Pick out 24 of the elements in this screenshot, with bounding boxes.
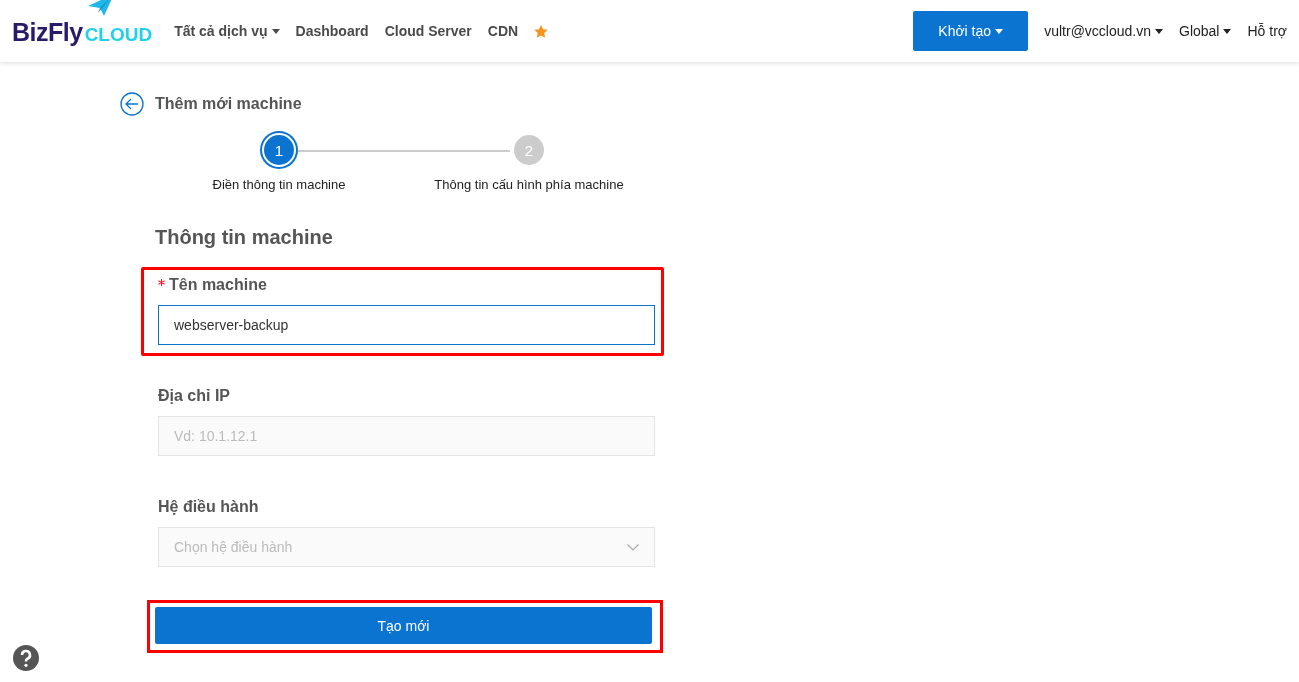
- page-title: Thêm mới machine: [155, 95, 302, 113]
- create-button[interactable]: Khởi tạo: [913, 11, 1029, 51]
- field-label: Địa chỉ IP: [158, 387, 231, 405]
- step-circle[interactable]: 1: [264, 135, 294, 165]
- nav-link[interactable]: vultr@vccloud.vn: [1044, 23, 1163, 39]
- nav-link[interactable]: CDN: [487, 23, 519, 39]
- nav-link[interactable]: Hỗ trợ: [1247, 23, 1287, 39]
- nav-link[interactable]: Tất cả dịch vụ: [174, 23, 280, 39]
- input-field[interactable]: webserver-backup: [158, 305, 655, 345]
- input-field[interactable]: Vd: 10.1.12.1: [158, 416, 655, 456]
- section-title: Thông tin machine: [155, 226, 334, 249]
- help-icon[interactable]: [13, 645, 39, 671]
- field-label: Hệ điều hành: [158, 498, 259, 516]
- paper-plane-icon: [88, 0, 114, 16]
- chevron-down-icon: [627, 543, 639, 551]
- nav-link[interactable]: Global: [1179, 23, 1232, 39]
- logo-text[interactable]: BizFly: [12, 18, 83, 46]
- step-label: Điền thông tin machine: [212, 177, 346, 192]
- star-icon[interactable]: [534, 24, 549, 38]
- nav-link[interactable]: Cloud Server: [384, 23, 472, 39]
- submit-button[interactable]: Tạo mới: [155, 607, 652, 644]
- step-label: Thông tin cấu hình phía machine: [434, 177, 624, 192]
- nav-link[interactable]: Dashboard: [295, 23, 369, 39]
- field-label: Tên machine: [169, 276, 267, 294]
